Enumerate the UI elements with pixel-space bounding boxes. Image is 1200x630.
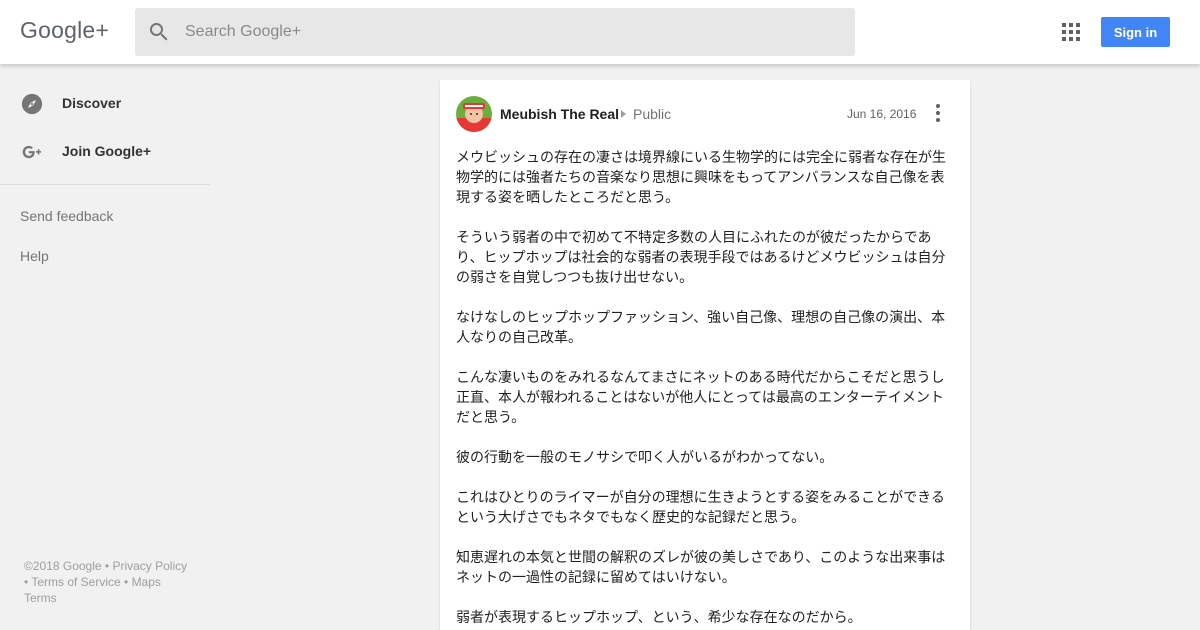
post-visibility: Public bbox=[633, 106, 672, 122]
terms-link[interactable]: Terms bbox=[24, 591, 57, 605]
google-plus-icon bbox=[22, 145, 42, 159]
compass-icon bbox=[21, 93, 43, 115]
post-paragraph: 知恵遅れの本気と世間の解釈のズレが彼の美しさであり、このような出来事はネットの一… bbox=[456, 550, 946, 586]
post-paragraph: そういう弱者の中で初めて不特定多数の人目にふれたのが彼だったからであり、ヒップホ… bbox=[456, 230, 946, 286]
post-paragraph: 弱者が表現するヒップホップ、という、希少な存在なのだから。 bbox=[456, 610, 862, 626]
sidebar-item-discover[interactable]: Discover bbox=[0, 81, 210, 129]
post-body: メウビッシュの存在の凄さは境界線にいる生物学的には完全に弱者な存在が生物学的には… bbox=[456, 148, 954, 630]
help-link[interactable]: Help bbox=[20, 248, 49, 264]
post-paragraph: これはひとりのライマーが自分の理想に生きようとする姿をみることができるという大げ… bbox=[456, 490, 945, 526]
sidebar-item-label: Join Google+ bbox=[62, 143, 152, 159]
avatar[interactable] bbox=[456, 96, 492, 132]
avatar-image bbox=[456, 96, 492, 132]
sign-in-button[interactable]: Sign in bbox=[1101, 17, 1170, 47]
footer: ©2018 Google • Privacy Policy • Terms of… bbox=[24, 559, 188, 605]
more-vert-icon[interactable] bbox=[929, 102, 947, 124]
send-feedback-link[interactable]: Send feedback bbox=[20, 208, 113, 224]
sidebar-item-join[interactable]: Join Google+ bbox=[0, 129, 210, 177]
caret-right-icon bbox=[621, 110, 626, 118]
post-paragraph: メウビッシュの存在の凄さは境界線にいる生物学的には完全に弱者な存在が生物学的には… bbox=[456, 150, 946, 206]
top-bar: Google+ Sign in bbox=[0, 0, 1200, 64]
sidebar: Discover Join Google+ Send feedback Help… bbox=[0, 64, 210, 630]
google-plus-logo[interactable]: Google+ bbox=[20, 17, 109, 44]
terms-of-service-link[interactable]: Terms of Service bbox=[31, 575, 120, 589]
privacy-policy-link[interactable]: Privacy Policy bbox=[112, 559, 187, 573]
search-icon bbox=[150, 23, 168, 41]
maps-link[interactable]: Maps bbox=[132, 575, 161, 589]
search-box[interactable] bbox=[135, 8, 855, 56]
search-input[interactable] bbox=[185, 8, 835, 56]
post-paragraph: なけなしのヒップホップファッション、強い自己像、理想の自己像の演出、本人なりの自… bbox=[456, 310, 946, 346]
post-paragraph: こんな凄いものをみれるなんてまさにネットのある時代だからこそだと思うし正直、本人… bbox=[456, 370, 945, 426]
post-paragraph: 彼の行動を一般のモノサシで叩く人がいるがわかってない。 bbox=[456, 450, 834, 466]
apps-grid-icon[interactable] bbox=[1060, 21, 1082, 43]
copyright-text: ©2018 Google bbox=[24, 559, 102, 573]
sidebar-divider bbox=[0, 184, 210, 185]
sidebar-item-label: Discover bbox=[62, 95, 122, 111]
post-card: Meubish The Real Public Jun 16, 2016 メウビ… bbox=[440, 80, 970, 630]
post-date[interactable]: Jun 16, 2016 bbox=[847, 107, 916, 121]
post-author[interactable]: Meubish The Real bbox=[500, 106, 619, 122]
